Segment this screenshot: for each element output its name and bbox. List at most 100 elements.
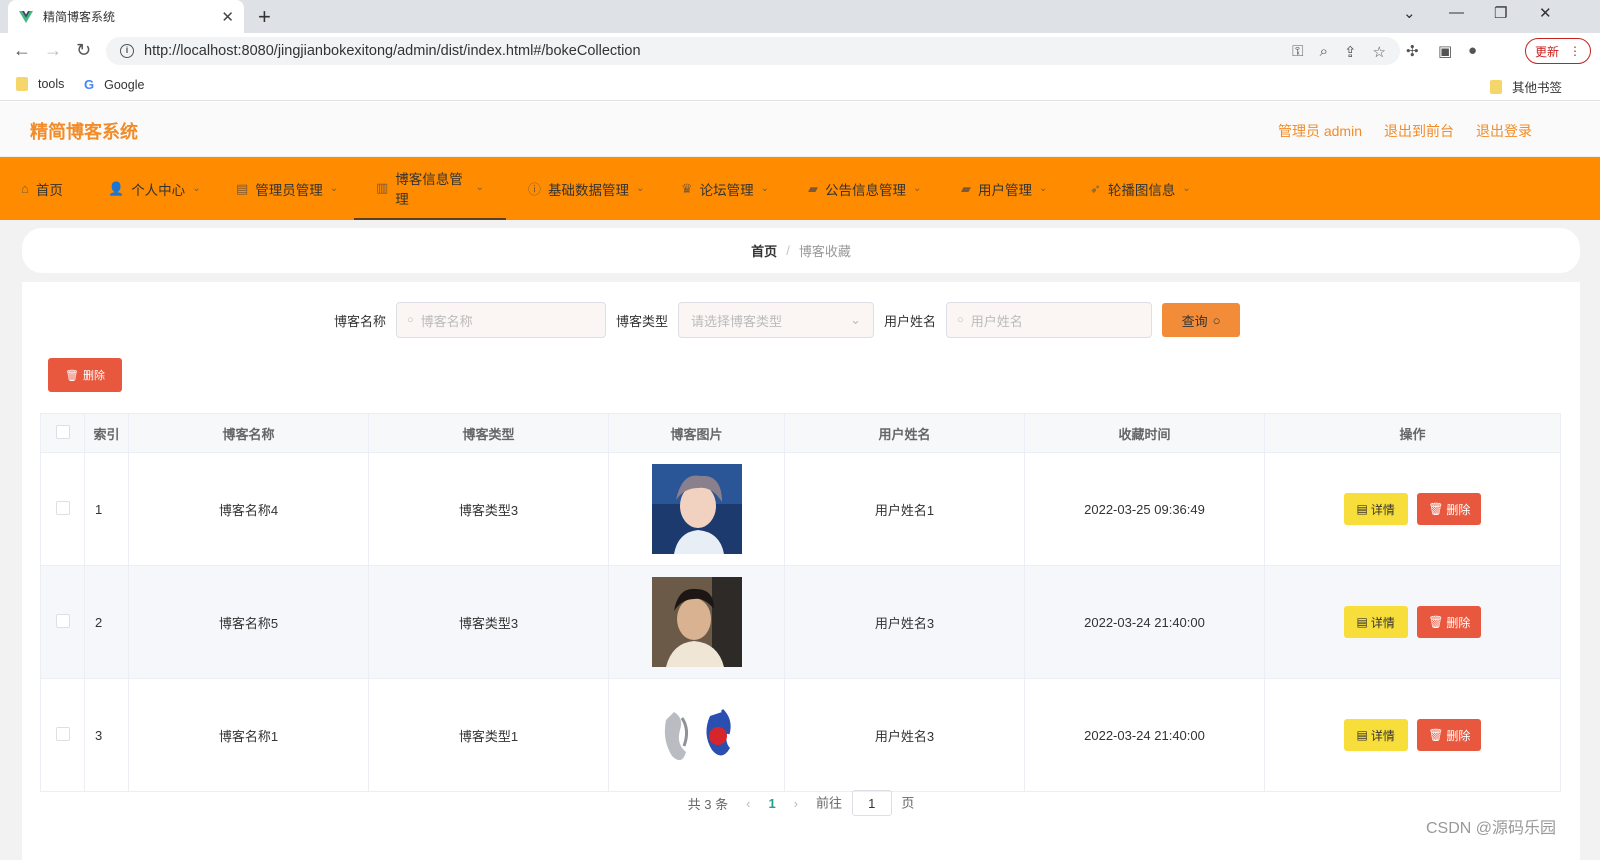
row-blog-type: 博客类型3: [368, 452, 609, 566]
query-button[interactable]: 查询 ○: [1162, 303, 1241, 337]
main-content: 博客名称 ○ 博客名称 博客类型 请选择博客类型 ⌄ 用户姓名 ○ 用户姓名 查…: [22, 282, 1580, 860]
search-icon: ○: [1212, 312, 1221, 328]
menu-item-users[interactable]: ▰ 用户管理 ⌄: [961, 157, 1047, 220]
row-time: 2022-03-24 21:40:00: [1024, 565, 1265, 679]
extensions-icon[interactable]: ✣: [1406, 42, 1419, 60]
blog-type-label: 博客类型: [616, 313, 669, 329]
detail-button[interactable]: ▤ 详情: [1343, 493, 1408, 525]
logout-link[interactable]: 退出登录: [1476, 121, 1532, 141]
menu-item-home[interactable]: ⌂ 首页: [21, 157, 63, 220]
detail-button[interactable]: ▤ 详情: [1343, 719, 1408, 751]
bookmark-other[interactable]: 其他书签: [1490, 77, 1562, 96]
delete-button[interactable]: 🗑 删除: [1417, 719, 1482, 751]
blog-image[interactable]: [651, 577, 742, 667]
row-index: 3: [84, 678, 129, 792]
delete-button[interactable]: 🗑 删除: [1417, 606, 1482, 638]
row-checkbox[interactable]: [55, 613, 70, 628]
delete-button[interactable]: 🗑 删除: [1417, 493, 1482, 525]
url-field[interactable]: i http://localhost:8080/jingjianbokexito…: [106, 37, 1400, 65]
address-bar: ← → ↻ i http://localhost:8080/jingjianbo…: [0, 33, 1600, 69]
delete-label: 删除: [1446, 502, 1471, 517]
page-number[interactable]: 1: [768, 796, 775, 811]
bookmark-tools[interactable]: tools: [16, 77, 64, 91]
detail-label: 详情: [1370, 728, 1395, 743]
row-blog-name: 博客名称1: [128, 678, 369, 792]
document-icon: ▤: [1356, 728, 1368, 742]
column-header: 博客图片: [608, 413, 785, 453]
menu-item-admins[interactable]: ▤ 管理员管理 ⌄: [236, 157, 338, 220]
menu-item-blog[interactable]: ▥ 博客信息管理 ⌄: [354, 157, 506, 220]
top-menu: ⌂ 首页 👤 个人中心 ⌄ ▤ 管理员管理 ⌄ ▥ 博客信息管理 ⌄ ⓘ 基础数…: [0, 157, 1600, 220]
update-button[interactable]: 更新 ⋮: [1525, 38, 1591, 64]
browser-tabbar: 精简博客系统 ✕ + ⌄ — ❐ ✕: [0, 0, 1600, 33]
column-header: 操作: [1264, 413, 1561, 453]
update-label: 更新: [1534, 44, 1559, 59]
star-icon[interactable]: ☆: [1373, 43, 1386, 61]
column-header: 博客类型: [368, 413, 609, 453]
collection-table: 索引 博客名称 博客类型 博客图片 用户姓名 收藏时间 操作 1 博客名称4 博…: [40, 413, 1561, 792]
menu-label: 用户管理: [978, 182, 1032, 198]
key-icon[interactable]: ⚿: [1292, 43, 1303, 61]
blog-image[interactable]: [651, 464, 742, 554]
user-icon: 👤: [108, 180, 125, 196]
notice-icon: ▰: [808, 180, 818, 196]
detail-label: 详情: [1370, 615, 1395, 630]
goto-label: 前往: [816, 795, 843, 811]
user-name-input[interactable]: ○ 用户姓名: [946, 302, 1153, 338]
minimize-icon[interactable]: —: [1449, 4, 1464, 21]
profile-icon[interactable]: ●: [1468, 42, 1477, 59]
menu-label: 管理员管理: [255, 182, 323, 198]
menu-item-carousel[interactable]: ➶ 轮播图信息 ⌄: [1090, 157, 1191, 220]
user-name-label: 用户姓名: [884, 313, 937, 329]
detail-button[interactable]: ▤ 详情: [1343, 606, 1408, 638]
bookmark-label: Google: [104, 77, 145, 92]
menu-item-personal[interactable]: 👤 个人中心 ⌄: [108, 157, 201, 220]
row-checkbox[interactable]: [55, 726, 70, 741]
chevron-down-icon: ⌄: [1039, 183, 1048, 194]
table-row: 3 博客名称1 博客类型1 用户姓名3 2022-03-24 21:40:00: [40, 678, 1561, 792]
chevron-down-icon: ⌄: [636, 183, 645, 194]
blog-image[interactable]: [651, 690, 742, 780]
document-icon: ▤: [1356, 502, 1368, 516]
menu-item-basedata[interactable]: ⓘ 基础数据管理 ⌄: [528, 157, 644, 220]
restore-icon[interactable]: ❐: [1494, 4, 1507, 22]
search-icon: ○: [957, 314, 964, 326]
menu-label: 首页: [35, 182, 63, 198]
breadcrumb-separator: /: [786, 243, 790, 258]
send-icon: ➶: [1090, 180, 1101, 196]
row-checkbox[interactable]: [55, 500, 70, 515]
goto-page-input[interactable]: 1: [851, 790, 892, 816]
share-icon[interactable]: ⇪: [1344, 43, 1357, 61]
forward-icon[interactable]: →: [44, 40, 62, 61]
batch-delete-button[interactable]: 🗑 删除: [48, 358, 122, 392]
site-info-icon[interactable]: i: [120, 44, 134, 58]
menu-label: 个人中心: [131, 182, 186, 198]
chevron-left-icon[interactable]: ‹: [746, 796, 750, 811]
bookmarks-bar: tools G Google 其他书签: [0, 69, 1600, 101]
menu-item-forum[interactable]: ♛ 论坛管理 ⌄: [681, 157, 769, 220]
sidepanel-icon[interactable]: ▣: [1438, 42, 1452, 60]
select-all-checkbox[interactable]: [55, 424, 70, 439]
back-icon[interactable]: ←: [13, 40, 31, 61]
search-icon: ○: [407, 314, 414, 326]
zoom-icon[interactable]: ⌕: [1320, 43, 1328, 61]
menu-label: 公告信息管理: [825, 182, 906, 198]
new-tab-icon[interactable]: +: [258, 4, 271, 30]
browser-tab[interactable]: 精简博客系统 ✕: [8, 0, 244, 33]
chevron-down-icon[interactable]: ⌄: [1403, 4, 1416, 22]
exit-to-front-link[interactable]: 退出到前台: [1384, 121, 1454, 141]
bookmark-google[interactable]: G Google: [84, 77, 144, 92]
column-header: 用户姓名: [784, 413, 1025, 453]
close-window-icon[interactable]: ✕: [1539, 4, 1552, 22]
reload-icon[interactable]: ↻: [76, 40, 91, 61]
column-header: 收藏时间: [1024, 413, 1265, 453]
chevron-right-icon[interactable]: ›: [794, 796, 798, 811]
blog-name-input[interactable]: ○ 博客名称: [396, 302, 607, 338]
close-tab-icon[interactable]: ✕: [221, 8, 234, 26]
blog-type-select[interactable]: 请选择博客类型 ⌄: [678, 302, 875, 338]
menu-label: 论坛管理: [699, 182, 754, 198]
column-header: 博客名称: [128, 413, 369, 453]
breadcrumb-home[interactable]: 首页: [751, 241, 777, 260]
menu-item-notice[interactable]: ▰ 公告信息管理 ⌄: [808, 157, 921, 220]
delete-label: 删除: [1446, 728, 1471, 743]
